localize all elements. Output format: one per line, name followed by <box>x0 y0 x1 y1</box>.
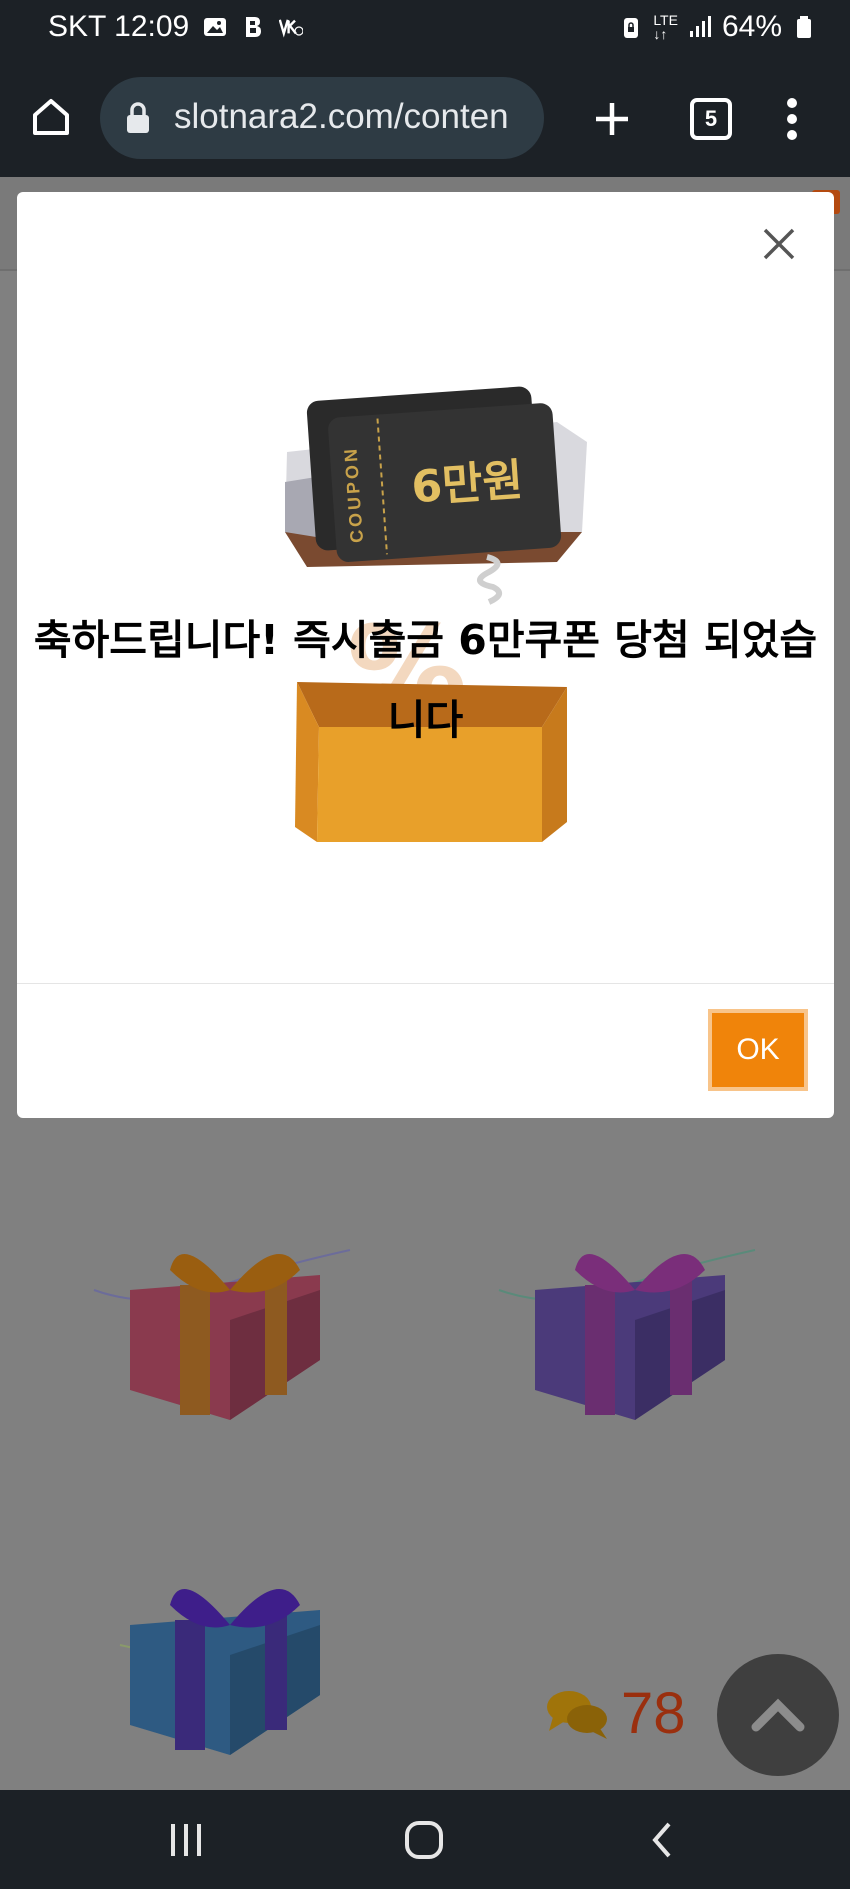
tabs-icon: 5 <box>690 98 732 140</box>
status-bar: SKT 12:09 LTE ↓↑ 64% <box>0 0 850 62</box>
chat-bubbles-icon <box>547 1690 607 1739</box>
recent-apps-icon <box>171 1824 201 1856</box>
back-icon <box>652 1822 671 1858</box>
new-tab-button[interactable] <box>587 94 637 144</box>
url-text: slotnara2.com/conten <box>174 97 509 136</box>
more-icon <box>787 98 797 140</box>
signal-icon <box>689 16 711 37</box>
coupon-modal: COUPON 6만원 % 축하드립니다! 즉시출금 6만쿠폰 당첨 되었습니다 … <box>17 192 834 1118</box>
address-bar[interactable]: slotnara2.com/conten <box>100 77 544 159</box>
new-tab-icon <box>596 103 628 135</box>
chevron-up-icon <box>751 1698 805 1732</box>
recent-apps-button[interactable] <box>160 1815 212 1865</box>
tabs-button[interactable]: 5 <box>686 94 736 144</box>
home-icon <box>33 99 69 135</box>
modal-divider <box>17 983 834 984</box>
close-button[interactable] <box>757 222 801 266</box>
comment-counter[interactable]: 78 <box>545 1680 686 1747</box>
battery-icon <box>797 16 811 38</box>
battery-percent: 64% <box>721 10 782 43</box>
purple-gift-box[interactable] <box>495 1230 765 1430</box>
red-gift-box[interactable] <box>90 1230 360 1430</box>
back-nav-button[interactable] <box>636 1815 688 1865</box>
comment-count: 78 <box>621 1681 686 1746</box>
more-menu-button[interactable] <box>770 92 814 146</box>
carrier-time: SKT 12:09 <box>48 10 190 43</box>
browser-toolbar: slotnara2.com/conten 5 <box>0 62 850 177</box>
scroll-to-top-button[interactable] <box>717 1654 839 1776</box>
ok-button[interactable]: OK <box>708 1009 808 1091</box>
home-button-icon <box>405 1821 443 1859</box>
close-icon <box>763 228 795 260</box>
blue-gift-box[interactable] <box>90 1565 360 1765</box>
lte-icon: LTE ↓↑ <box>653 12 678 42</box>
modal-message: 축하드립니다! 즉시출금 6만쿠폰 당첨 되었습니다 <box>33 616 818 744</box>
b-app-icon <box>246 17 262 37</box>
volte-icon <box>279 19 304 38</box>
coupon-amount: 6만원 <box>410 455 525 514</box>
home-button[interactable] <box>26 92 76 142</box>
home-nav-button[interactable] <box>398 1815 450 1865</box>
lock-battery-icon <box>624 18 639 38</box>
lock-icon <box>127 102 149 133</box>
system-nav-bar <box>0 1790 850 1889</box>
gallery-icon <box>204 18 227 36</box>
